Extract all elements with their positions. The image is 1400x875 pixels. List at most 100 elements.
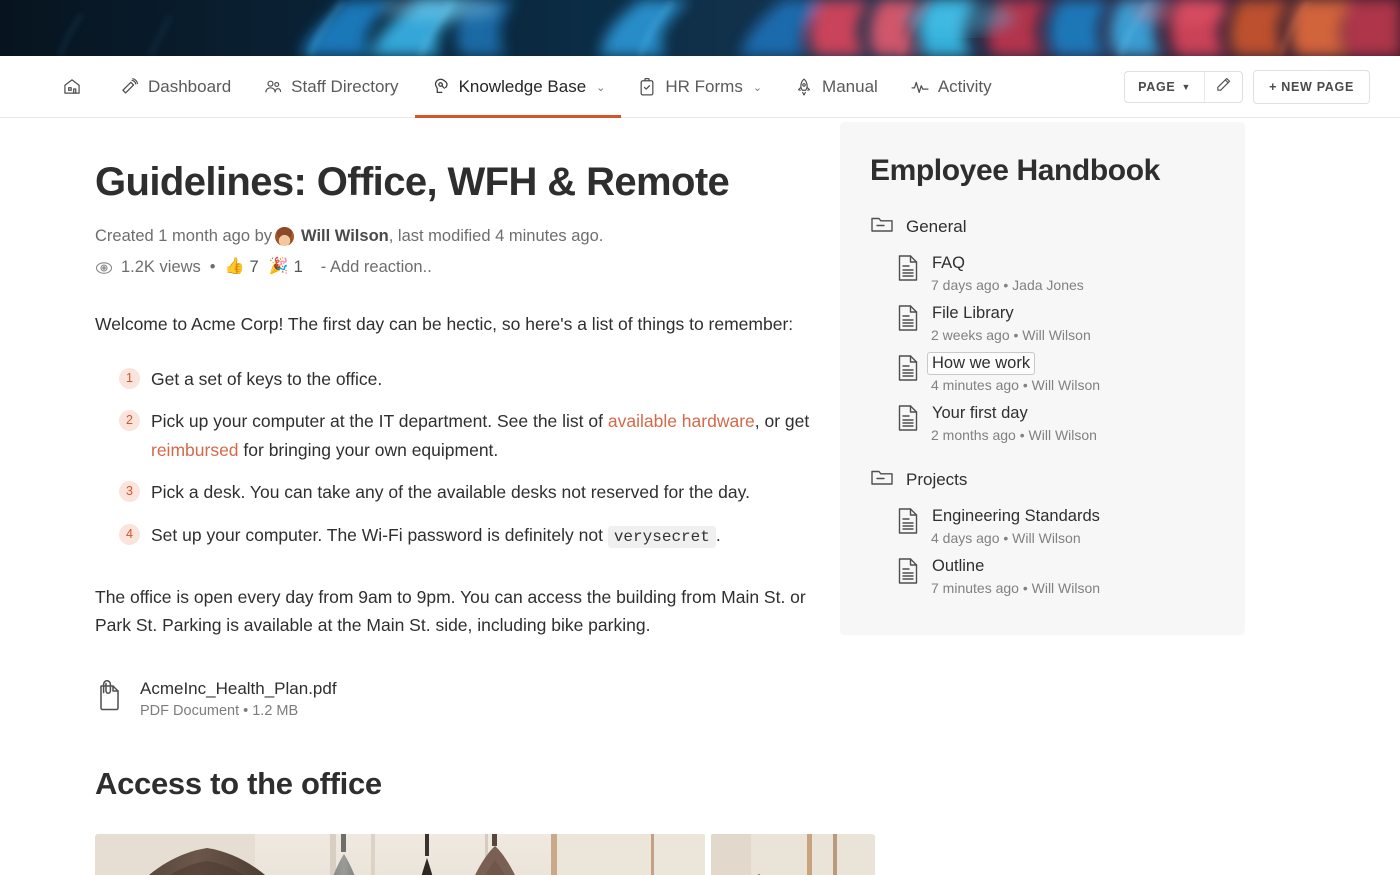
office-pendant-lamps-narrow[interactable] <box>711 834 875 875</box>
page-title: Guidelines: Office, WFH & Remote <box>95 160 730 204</box>
nav-label-activity: Activity <box>937 76 992 96</box>
party-popper-icon: 🎉 <box>268 258 289 276</box>
document-icon <box>896 354 920 387</box>
sidebar-folder-general[interactable]: General <box>870 214 1217 239</box>
sidebar-doc-title: Engineering Standards <box>932 507 1100 525</box>
sidebar-doc-title: Outline <box>932 557 985 575</box>
sidebar-doc-faq[interactable]: FAQ 7 days ago • Jada Jones <box>870 252 1217 293</box>
nav-manual[interactable]: Manual <box>778 56 894 118</box>
pencil-icon <box>1215 76 1232 98</box>
chevron-down-icon[interactable]: ⌄ <box>753 81 762 94</box>
reaction-thumbs-up[interactable]: 👍 7 <box>225 256 259 279</box>
office-pendant-lamps-wide[interactable] <box>95 834 705 875</box>
sidebar-doc-title: FAQ <box>932 254 966 272</box>
brain-head-icon <box>431 77 451 97</box>
sidebar-doc-subtitle: 2 weeks ago • Will Wilson <box>931 327 1091 343</box>
sidebar-wrap: Employee Handbook General FAQ 7 days ago… <box>840 118 1245 635</box>
list-item: 1 Get a set of keys to the office. <box>95 365 840 394</box>
nav-hr-forms[interactable]: HR Forms ⌄ <box>621 56 778 118</box>
sidebar-doc-texts: How we work 4 minutes ago • Will Wilson <box>927 352 1101 393</box>
people-icon <box>263 77 283 97</box>
sidebar-doc-subtitle: 4 days ago • Will Wilson <box>931 530 1081 546</box>
step-text-part: . <box>715 524 721 545</box>
folder-icon <box>870 214 894 239</box>
megaphone-icon <box>120 77 140 97</box>
nav-activity[interactable]: Activity <box>894 56 1008 118</box>
thumbs-up-icon: 👍 <box>224 258 245 276</box>
new-page-button[interactable]: + NEW PAGE <box>1253 69 1370 104</box>
document-icon <box>896 254 920 287</box>
nav-staff-directory[interactable]: Staff Directory <box>247 56 414 118</box>
author-name[interactable]: Will Wilson <box>301 225 389 248</box>
office-hours-paragraph: The office is open every day from 9am to… <box>95 586 806 636</box>
caret-down-icon: ▼ <box>1181 81 1192 92</box>
sidebar-doc-texts: Engineering Standards 4 days ago • Will … <box>931 505 1105 546</box>
document-content: Guidelines: Office, WFH & Remote Created… <box>0 118 875 875</box>
folder-icon <box>870 467 894 492</box>
sidebar-doc-texts: FAQ 7 days ago • Jada Jones <box>931 252 1084 293</box>
document-meta: Created 1 month ago by Will Wilson , las… <box>95 225 840 248</box>
step-text: Set up your computer. The Wi-Fi password… <box>151 524 721 548</box>
step-text-part: for bringing your own equipment. <box>238 439 499 460</box>
step-number: 4 <box>119 523 140 545</box>
sidebar-folder-label: General <box>906 216 967 236</box>
document-icon <box>896 404 920 437</box>
page-body: Guidelines: Office, WFH & Remote Created… <box>0 118 1400 875</box>
home-icon <box>62 77 82 97</box>
sidebar-doc-title: Your first day <box>932 404 1028 422</box>
sidebar-doc-subtitle: 7 days ago • Jada Jones <box>931 277 1084 293</box>
document-icon <box>896 557 920 590</box>
sidebar-folder-label: Projects <box>906 469 968 489</box>
sidebar-doc-engineering-standards[interactable]: Engineering Standards 4 days ago • Will … <box>870 505 1217 546</box>
sidebar-doc-title: How we work <box>927 352 1036 375</box>
nav-actions: PAGE ▼ + NEW PAGE <box>1124 69 1370 104</box>
inline-code-password: verysecret <box>607 525 716 548</box>
link-available-hardware[interactable]: available hardware <box>608 411 755 431</box>
nav-knowledge-base[interactable]: Knowledge Base ⌄ <box>414 56 622 118</box>
document-stats: 1.2K views • 👍 7 🎉 1 - Add reaction.. <box>95 256 840 279</box>
sidebar-doc-how-we-work[interactable]: How we work 4 minutes ago • Will Wilson <box>870 352 1217 393</box>
nav-label-staff-directory: Staff Directory <box>291 76 399 96</box>
attachment-item[interactable]: AcmeInc_Health_Plan.pdf PDF Document • 1… <box>95 679 840 719</box>
document-icon <box>896 507 920 540</box>
nav-label-manual: Manual <box>822 76 878 96</box>
nav-home[interactable] <box>62 56 104 118</box>
sidebar-doc-your-first-day[interactable]: Your first day 2 months ago • Will Wilso… <box>870 402 1217 443</box>
sidebar-folder-projects[interactable]: Projects <box>870 467 1217 492</box>
page-actions-group: PAGE ▼ <box>1124 70 1244 103</box>
chevron-down-icon[interactable]: ⌄ <box>596 81 605 94</box>
sidebar-doc-texts: Your first day 2 months ago • Will Wilso… <box>931 402 1097 443</box>
link-reimbursed[interactable]: reimbursed <box>151 440 239 460</box>
step-text-part: , or get <box>754 411 810 432</box>
created-prefix: Created 1 month ago by <box>95 227 273 245</box>
step-text-part: Pick up your computer at the IT departme… <box>151 411 608 432</box>
sidebar-doc-outline[interactable]: Outline 7 minutes ago • Will Wilson <box>870 555 1217 596</box>
section-heading-access: Access to the office <box>95 766 382 802</box>
page-menu-button[interactable]: PAGE ▼ <box>1125 72 1204 102</box>
intro-paragraph: Welcome to Acme Corp! The first day can … <box>95 314 794 335</box>
sidebar-doc-subtitle: 2 months ago • Will Wilson <box>931 427 1097 443</box>
reaction-count-thumbs-up: 7 <box>249 258 259 277</box>
nav-label-hr-forms: HR Forms <box>665 76 743 96</box>
paperclip-document-icon <box>95 679 125 719</box>
rocket-icon <box>794 77 814 97</box>
sidebar-doc-file-library[interactable]: File Library 2 weeks ago • Will Wilson <box>870 302 1217 343</box>
nav-dashboard[interactable]: Dashboard <box>104 56 247 118</box>
sidebar-doc-subtitle: 7 minutes ago • Will Wilson <box>931 580 1101 596</box>
add-reaction-button[interactable]: - Add reaction.. <box>321 256 432 279</box>
step-number: 3 <box>119 481 140 503</box>
sidebar-title: Employee Handbook <box>870 154 1160 187</box>
document-icon <box>896 304 920 337</box>
avatar <box>275 227 295 247</box>
sidebar-doc-title: File Library <box>932 304 1014 322</box>
views-count: 1.2K views <box>121 258 201 277</box>
step-number: 1 <box>119 367 140 389</box>
list-item: 2 Pick up your computer at the IT depart… <box>95 407 840 464</box>
sidebar-doc-subtitle: 4 minutes ago • Will Wilson <box>931 377 1101 393</box>
attachment-subtitle: PDF Document • 1.2 MB <box>140 703 299 720</box>
eye-icon <box>95 259 113 277</box>
reaction-party[interactable]: 🎉 1 <box>269 256 303 279</box>
employee-handbook-panel: Employee Handbook General FAQ 7 days ago… <box>840 122 1245 635</box>
edit-page-button[interactable] <box>1204 71 1242 102</box>
stats-separator: • <box>209 258 216 277</box>
